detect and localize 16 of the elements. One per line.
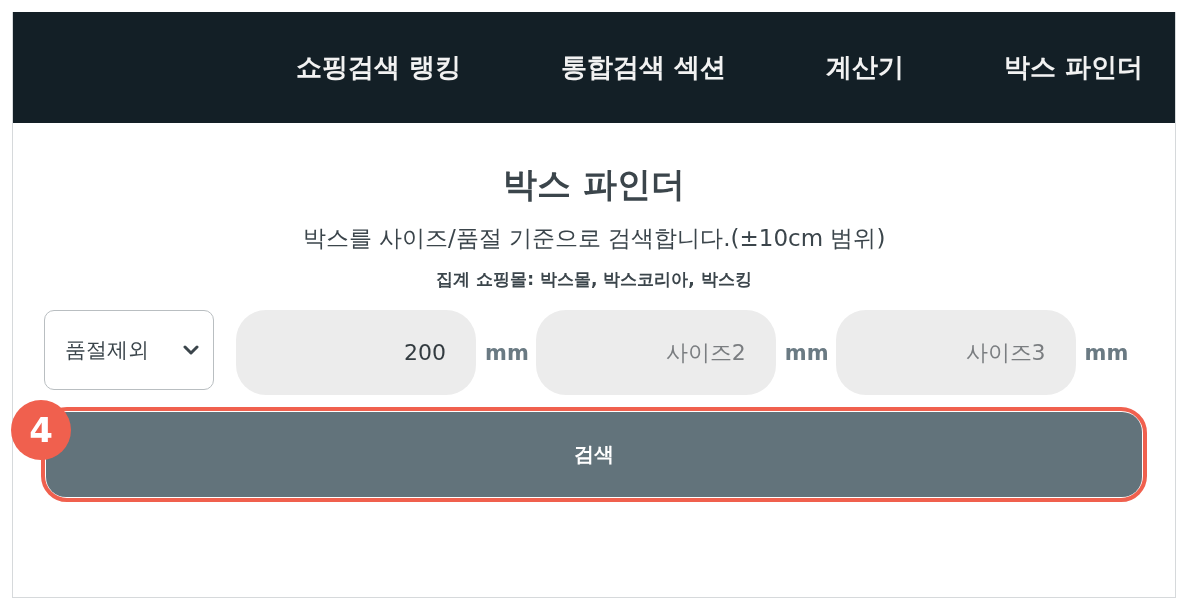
nav-link[interactable]: 쇼핑검색 랭킹 <box>295 50 461 85</box>
size-input-field[interactable]: 사이즈2 <box>535 310 776 395</box>
nav-link[interactable]: 통합검색 섹션 <box>560 50 726 85</box>
page-description: 박스를 사이즈/품절 기준으로 검색합니다.(±10cm 범위) <box>302 224 886 253</box>
stock-filter-select[interactable]: 품절제외 <box>44 310 214 390</box>
source-malls-text: 집계 쇼핑몰: 박스몰, 박스코리아, 박스킹 <box>436 268 752 291</box>
size-input-field[interactable]: 사이즈3 <box>835 310 1076 395</box>
unit-label: mm <box>784 340 829 365</box>
page-title: 박스 파인더 <box>503 163 685 205</box>
chevron-down-icon <box>183 345 199 355</box>
nav-link[interactable]: 박스 파인더 <box>1003 50 1143 85</box>
unit-label: mm <box>485 340 529 365</box>
size-input-field[interactable]: 200 <box>236 310 476 395</box>
step-number-badge: 4 <box>11 400 71 460</box>
unit-label: mm <box>1084 340 1129 365</box>
nav-link[interactable]: 계산기 <box>825 50 904 85</box>
